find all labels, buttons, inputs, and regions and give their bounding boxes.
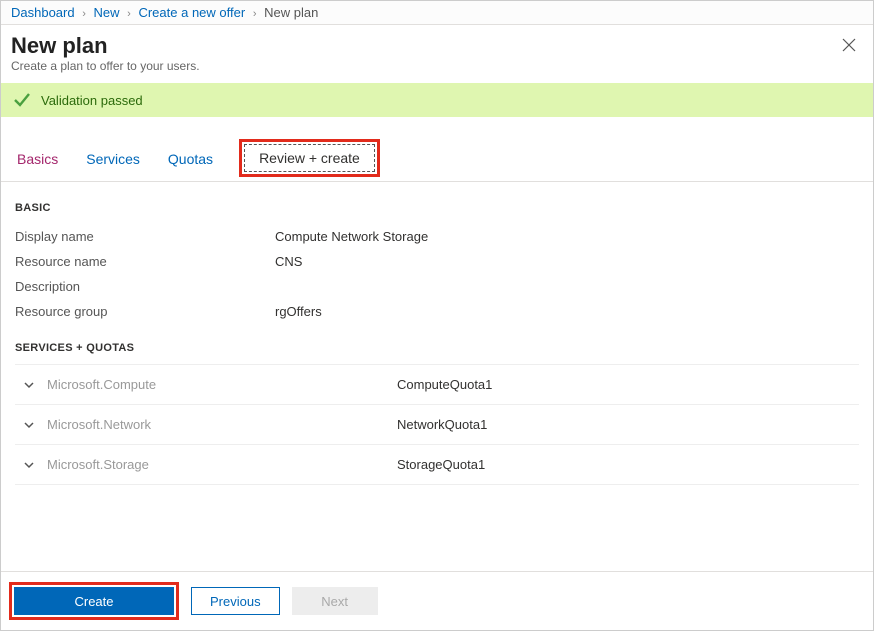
create-button-highlight: Create (9, 582, 179, 620)
services-quotas-list: Microsoft.Compute ComputeQuota1 Microsof… (15, 364, 859, 485)
row-resource-group: Resource group rgOffers (15, 299, 859, 324)
tab-review-create[interactable]: Review + create (239, 139, 380, 177)
service-row-storage[interactable]: Microsoft.Storage StorageQuota1 (15, 445, 859, 485)
quota-name: StorageQuota1 (397, 457, 485, 472)
breadcrumb-link-create-offer[interactable]: Create a new offer (138, 5, 245, 20)
row-description: Description (15, 274, 859, 299)
chevron-down-icon (19, 459, 39, 471)
page-subtitle: Create a plan to offer to your users. (11, 59, 859, 73)
tab-review-create-label: Review + create (244, 144, 375, 172)
breadcrumb: Dashboard › New › Create a new offer › N… (1, 1, 873, 25)
footer: Create Previous Next (1, 571, 873, 630)
breadcrumb-link-dashboard[interactable]: Dashboard (11, 5, 75, 20)
row-display-name: Display name Compute Network Storage (15, 224, 859, 249)
tabs: Basics Services Quotas Review + create (1, 139, 873, 182)
close-icon (842, 38, 856, 52)
quota-name: NetworkQuota1 (397, 417, 487, 432)
label-description: Description (15, 279, 275, 294)
breadcrumb-separator: › (82, 8, 86, 20)
chevron-down-icon (19, 379, 39, 391)
service-name: Microsoft.Compute (47, 377, 397, 392)
quota-name: ComputeQuota1 (397, 377, 492, 392)
create-button[interactable]: Create (14, 587, 174, 615)
page-header: New plan Create a plan to offer to your … (1, 25, 873, 83)
section-label-basic: BASIC (15, 202, 859, 214)
page-title: New plan (11, 33, 859, 59)
close-button[interactable] (839, 35, 859, 55)
validation-message: Validation passed (41, 93, 143, 108)
previous-button[interactable]: Previous (191, 587, 280, 615)
tab-quotas[interactable]: Quotas (166, 143, 215, 177)
check-icon (13, 91, 31, 109)
breadcrumb-separator: › (253, 8, 257, 20)
validation-banner: Validation passed (1, 83, 873, 117)
value-resource-group: rgOffers (275, 304, 322, 319)
breadcrumb-link-new[interactable]: New (94, 5, 120, 20)
tab-basics[interactable]: Basics (15, 143, 60, 177)
label-resource-group: Resource group (15, 304, 275, 319)
row-resource-name: Resource name CNS (15, 249, 859, 274)
chevron-down-icon (19, 419, 39, 431)
breadcrumb-separator: › (127, 8, 131, 20)
label-display-name: Display name (15, 229, 275, 244)
content: BASIC Display name Compute Network Stora… (1, 182, 873, 485)
section-label-services-quotas: SERVICES + QUOTAS (15, 342, 859, 354)
service-name: Microsoft.Storage (47, 457, 397, 472)
next-button: Next (292, 587, 378, 615)
service-row-compute[interactable]: Microsoft.Compute ComputeQuota1 (15, 364, 859, 405)
label-resource-name: Resource name (15, 254, 275, 269)
value-resource-name: CNS (275, 254, 302, 269)
tab-services[interactable]: Services (84, 143, 142, 177)
value-display-name: Compute Network Storage (275, 229, 428, 244)
services-quotas-section: SERVICES + QUOTAS Microsoft.Compute Comp… (15, 342, 859, 485)
breadcrumb-current: New plan (264, 5, 318, 20)
service-name: Microsoft.Network (47, 417, 397, 432)
service-row-network[interactable]: Microsoft.Network NetworkQuota1 (15, 405, 859, 445)
